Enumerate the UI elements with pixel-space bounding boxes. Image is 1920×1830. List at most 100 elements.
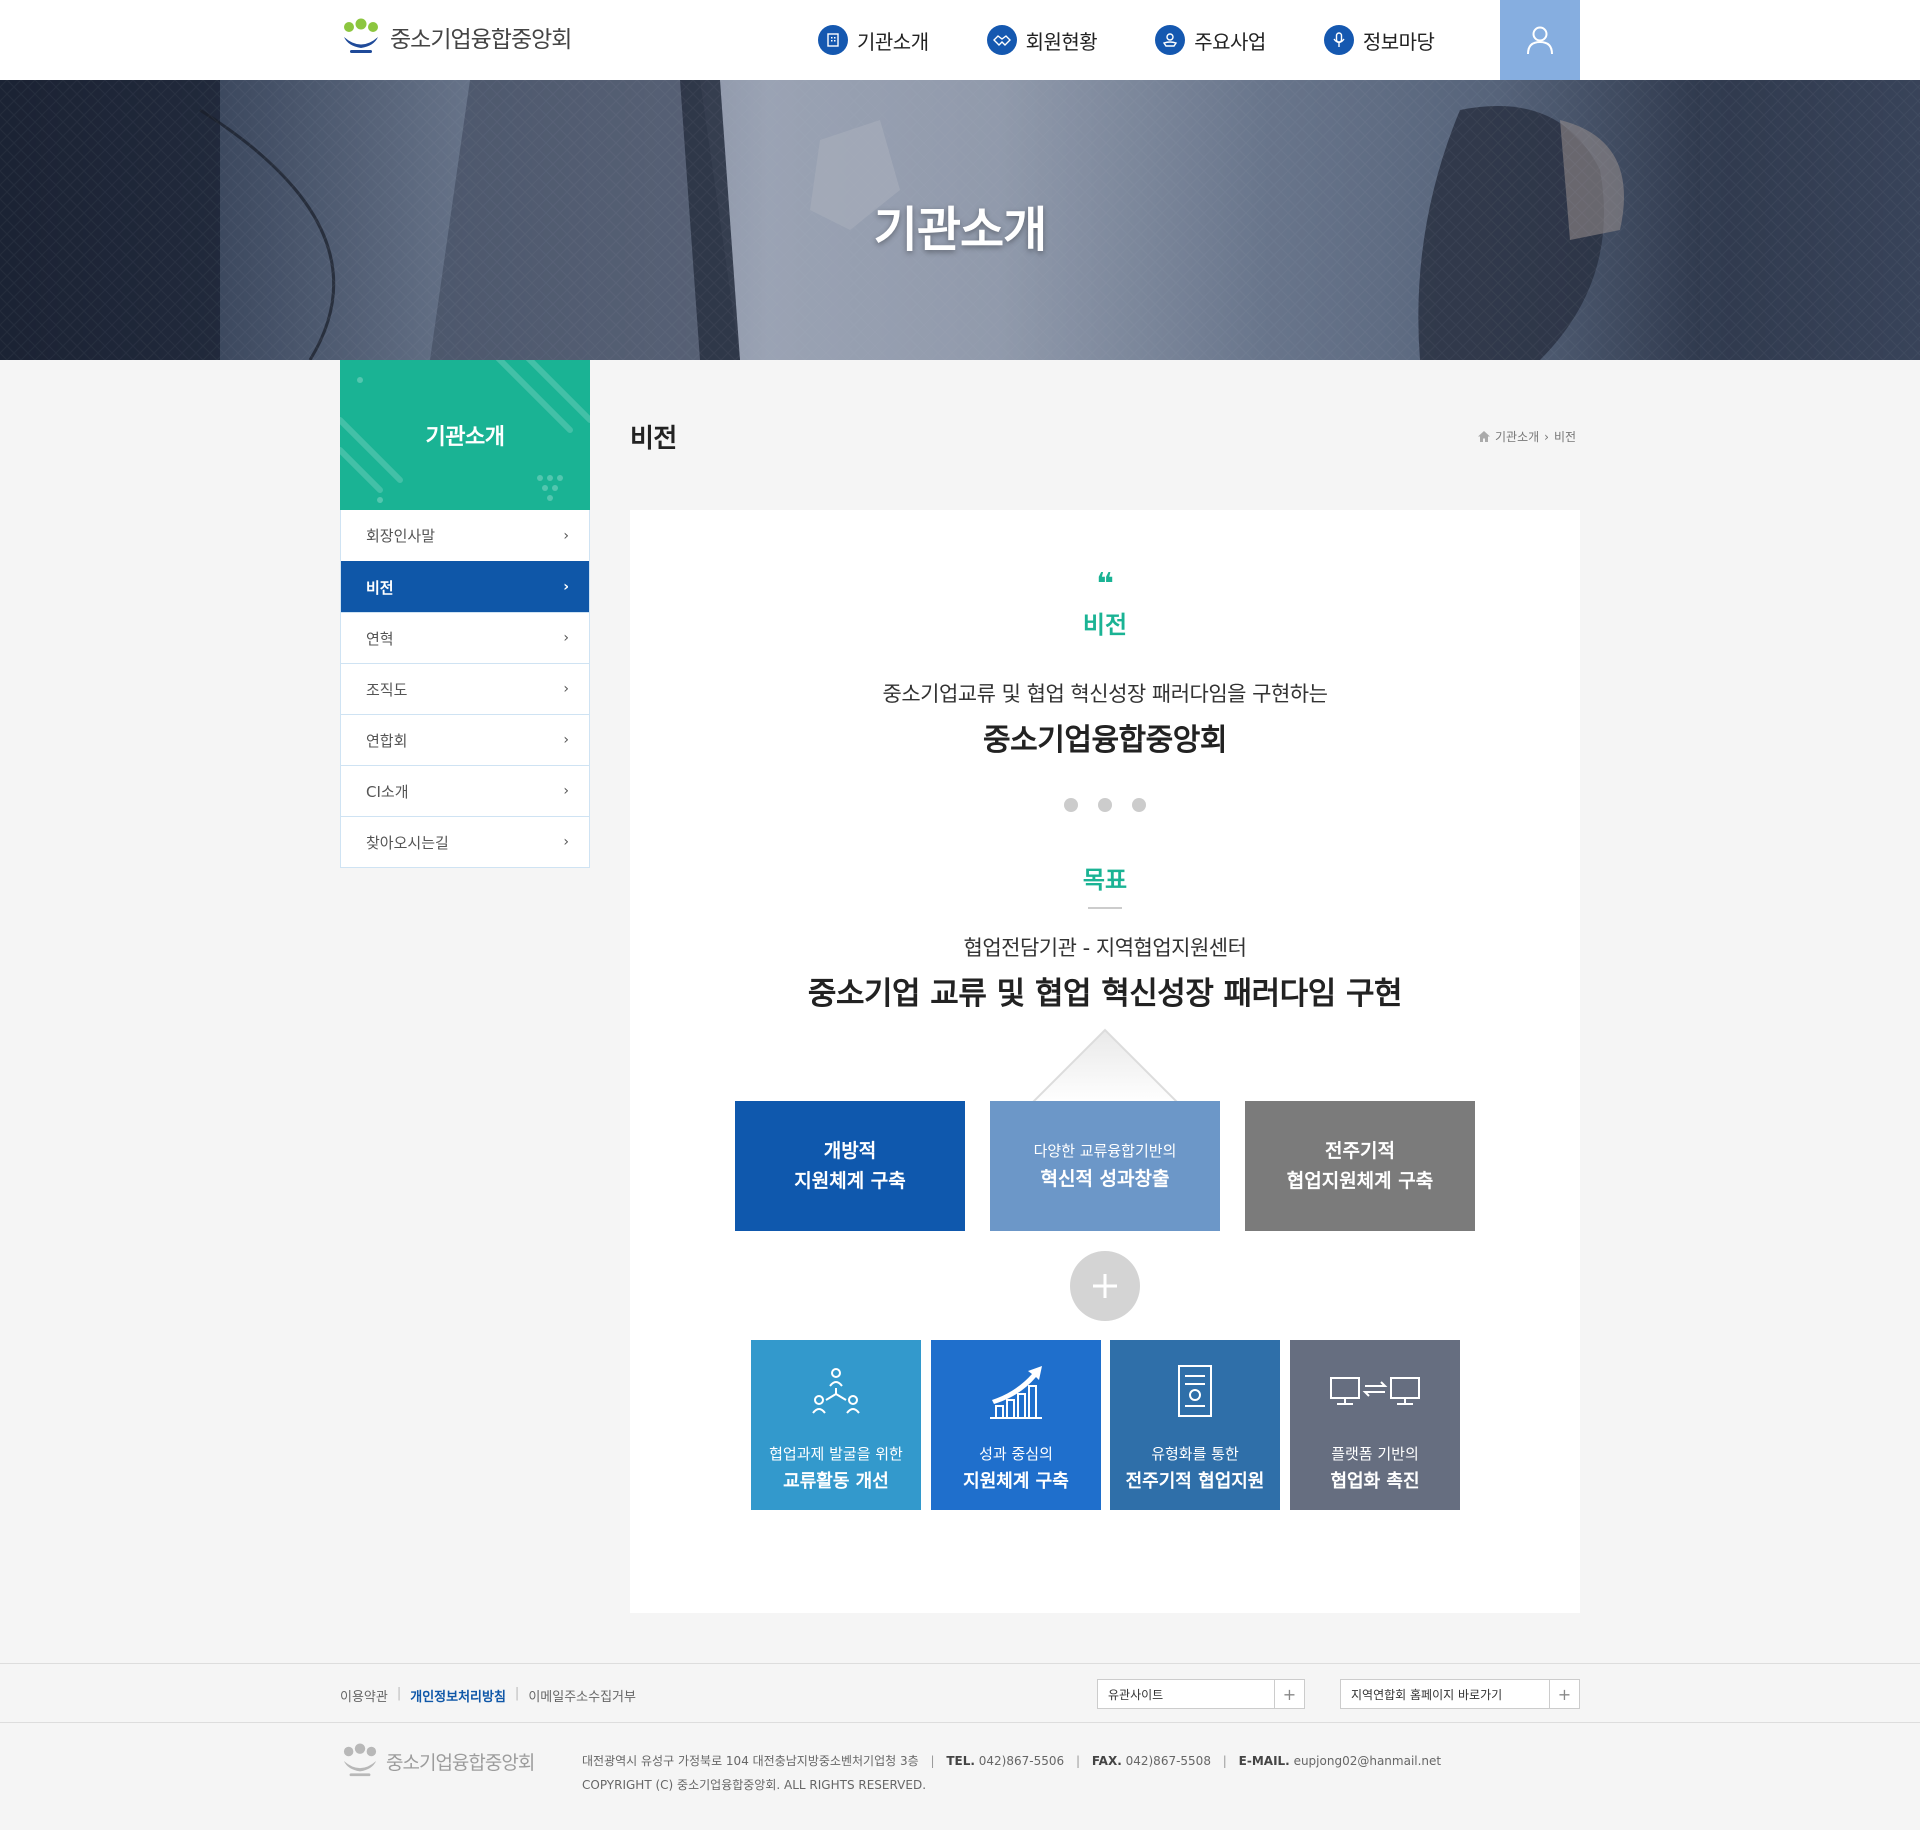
goal-statement: 중소기업 교류 및 협업 혁신성장 패러다임 구현 xyxy=(807,976,1403,1012)
microphone-icon xyxy=(1323,25,1354,55)
side-nav-item-greeting[interactable]: 회장인사말 › xyxy=(341,510,589,561)
page-title: 비전 xyxy=(630,424,677,454)
dot xyxy=(1064,798,1078,812)
nav-label: 주요사업 xyxy=(1194,29,1266,54)
regional-sites-select[interactable]: 지역연합회 홈페이지 바로가기 + xyxy=(1340,1679,1580,1709)
dot xyxy=(1098,798,1112,812)
pillar-line2: 혁신적 성과창출 xyxy=(1040,1168,1170,1190)
hero-banner: 기관소개 xyxy=(0,80,1920,360)
document-icon xyxy=(1178,1365,1212,1417)
strategy-card-exchange: 협업과제 발굴을 위한 교류활동 개선 xyxy=(751,1340,921,1510)
vision-heading: 비전 xyxy=(1082,611,1128,639)
breadcrumb: 기관소개 › 비전 xyxy=(1478,428,1576,445)
breadcrumb-current: 비전 xyxy=(1553,430,1577,444)
chevron-right-icon: › xyxy=(563,630,569,646)
separator: | xyxy=(514,1686,520,1701)
select-label: 유관사이트 xyxy=(1108,1687,1164,1702)
monitor-exchange-icon xyxy=(1330,1377,1420,1405)
breadcrumb-separator-icon: › xyxy=(1544,429,1549,444)
side-nav-label: 연혁 xyxy=(366,629,394,648)
building-icon xyxy=(818,25,848,55)
side-nav-item-vision[interactable]: 비전 › xyxy=(341,561,589,612)
side-nav: 기관소개 회장인사말 › 비전 › 연혁 › 조직도 › 연합회 › CI소개 … xyxy=(340,360,590,868)
vision-statement: 중소기업융합중앙회 xyxy=(983,723,1227,758)
side-nav-item-ci[interactable]: CI소개 › xyxy=(341,765,589,816)
footer-address: 대전광역시 유성구 가정북로 104 대전충남지방중소벤처기업청 3층 xyxy=(582,1754,919,1768)
chevron-right-icon: › xyxy=(563,732,569,748)
strategy-card-performance: 성과 중심의 지원체계 구축 xyxy=(931,1340,1101,1510)
global-nav: 기관소개 회원현황 주요사업 정보마당 xyxy=(818,0,1492,80)
quote-icon: ❝ xyxy=(1096,567,1114,602)
footer-links-bar: 이용약관 | 개인정보처리방침 | 이메일주소수집거부 유관사이트 + 지역연합… xyxy=(0,1663,1920,1723)
footer-links: 이용약관 | 개인정보처리방침 | 이메일주소수집거부 xyxy=(340,1686,636,1705)
dot xyxy=(1132,798,1146,812)
footer-link-email-policy[interactable]: 이메일주소수집거부 xyxy=(528,1686,636,1705)
vision-content: ❝ 비전 중소기업교류 및 협업 혁신성장 패러다임을 구현하는 중소기업융합중… xyxy=(630,510,1580,1613)
card-line2: 전주기적 협업지원 xyxy=(1125,1471,1265,1492)
divider-dots xyxy=(630,798,1580,812)
select-label: 지역연합회 홈페이지 바로가기 xyxy=(1351,1687,1503,1702)
footer-fax: 042)867-5508 xyxy=(1125,1754,1211,1768)
plus-icon: + xyxy=(1274,1680,1304,1708)
side-nav-label: 비전 xyxy=(366,578,394,597)
goal-underline xyxy=(1088,907,1122,909)
plus-icon xyxy=(1070,1251,1140,1321)
nav-label: 기관소개 xyxy=(857,29,929,54)
card-line1: 플랫폼 기반의 xyxy=(1331,1445,1419,1463)
strategy-card-lifecycle: 유형화를 통한 전주기적 협업지원 xyxy=(1110,1340,1280,1510)
nav-item-about[interactable]: 기관소개 xyxy=(818,25,929,55)
pillar-lifecycle: 전주기적 협업지원체계 구축 xyxy=(1245,1101,1475,1231)
logo-text: 중소기업융합중앙회 xyxy=(390,27,572,53)
nav-item-business[interactable]: 주요사업 xyxy=(1155,25,1266,55)
related-sites-select[interactable]: 유관사이트 + xyxy=(1097,1679,1305,1709)
nav-label: 회원현황 xyxy=(1025,29,1098,54)
side-nav-label: 조직도 xyxy=(366,680,408,699)
footer-link-privacy[interactable]: 개인정보처리방침 xyxy=(410,1686,506,1705)
goal-subtitle: 협업전담기관 - 지역협업지원센터 xyxy=(963,936,1247,960)
hero-title: 기관소개 xyxy=(873,202,1048,258)
breadcrumb-item[interactable]: 기관소개 xyxy=(1495,428,1539,445)
card-line2: 협업화 촉진 xyxy=(1330,1471,1420,1492)
nav-item-info[interactable]: 정보마당 xyxy=(1323,25,1435,55)
side-nav-header: 기관소개 xyxy=(340,360,590,510)
side-nav-label: 회장인사말 xyxy=(366,527,436,545)
chevron-right-icon: › xyxy=(563,579,569,595)
footer-link-terms[interactable]: 이용약관 xyxy=(340,1686,388,1705)
user-icon xyxy=(1527,26,1553,55)
side-nav-label: 연합회 xyxy=(366,731,408,750)
pillar-line1: 개방적 xyxy=(823,1140,877,1162)
chevron-right-icon: › xyxy=(563,783,569,799)
side-nav-label: CI소개 xyxy=(366,782,409,801)
handshake-icon xyxy=(986,25,1017,55)
nav-item-members[interactable]: 회원현황 xyxy=(986,25,1098,55)
user-button[interactable] xyxy=(1500,0,1580,80)
site-header: 중소기업융합중앙회 기관소개 회원현황 주요사업 정보마당 xyxy=(0,0,1920,80)
home-icon[interactable] xyxy=(1478,431,1490,442)
strategy-card-platform: 플랫폼 기반의 협업화 촉진 xyxy=(1290,1340,1460,1510)
separator: | xyxy=(930,1754,935,1768)
footer-info: 중소기업융합중앙회 대전광역시 유성구 가정북로 104 대전충남지방중소벤처기… xyxy=(0,1723,1920,1830)
logo-icon xyxy=(344,18,378,53)
vision-subtitle: 중소기업교류 및 협업 혁신성장 패러다임을 구현하는 xyxy=(882,682,1328,706)
email-label: E-MAIL. xyxy=(1238,1754,1290,1768)
footer-logo-text: 중소기업융합중앙회 xyxy=(386,1751,535,1774)
separator: | xyxy=(396,1686,402,1701)
nav-label: 정보마당 xyxy=(1362,29,1435,54)
pillar-line2: 협업지원체계 구축 xyxy=(1286,1170,1434,1192)
arrow-up-triangle xyxy=(1030,1028,1180,1105)
side-nav-item-federation[interactable]: 연합회 › xyxy=(341,714,589,765)
card-line1: 성과 중심의 xyxy=(979,1445,1053,1463)
footer-logo: 중소기업융합중앙회 xyxy=(340,1743,535,1779)
card-line2: 지원체계 구축 xyxy=(963,1471,1069,1492)
tel-label: TEL. xyxy=(946,1754,975,1768)
separator: | xyxy=(1222,1754,1227,1768)
pillar-line1: 다양한 교류융합기반의 xyxy=(1033,1142,1177,1160)
side-nav-item-history[interactable]: 연혁 › xyxy=(341,612,589,663)
site-logo[interactable]: 중소기업융합중앙회 xyxy=(340,18,572,56)
side-nav-item-directions[interactable]: 찾아오시는길 › xyxy=(341,816,589,867)
plus-icon: + xyxy=(1549,1680,1579,1708)
hand-coin-icon xyxy=(1155,25,1186,55)
side-nav-item-organization[interactable]: 조직도 › xyxy=(341,663,589,714)
side-nav-title: 기관소개 xyxy=(425,425,505,450)
footer-email: eupjong02@hanmail.net xyxy=(1293,1754,1442,1768)
